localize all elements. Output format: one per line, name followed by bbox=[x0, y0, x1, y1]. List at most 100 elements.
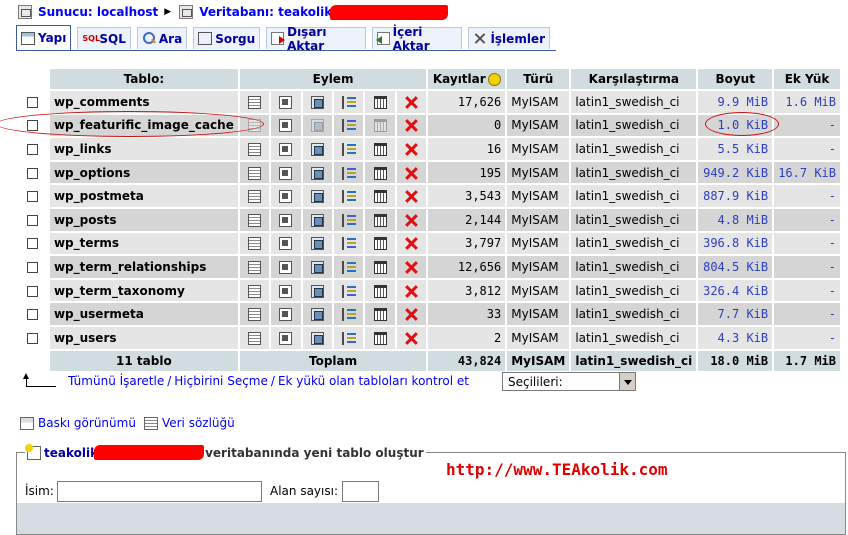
structure-icon[interactable] bbox=[279, 308, 293, 322]
tab-query[interactable]: Sorgu bbox=[193, 27, 261, 49]
table-name[interactable]: wp_posts bbox=[49, 208, 238, 231]
search-icon[interactable] bbox=[310, 260, 324, 274]
structure-icon[interactable] bbox=[279, 260, 293, 274]
chevron-down-icon[interactable] bbox=[619, 373, 635, 390]
search-icon[interactable] bbox=[310, 142, 324, 156]
drop-icon[interactable] bbox=[405, 214, 418, 227]
empty-icon[interactable] bbox=[373, 213, 387, 227]
table-name[interactable]: wp_options bbox=[49, 161, 238, 184]
drop-icon[interactable] bbox=[405, 285, 418, 298]
insert-icon[interactable] bbox=[342, 190, 357, 204]
empty-icon[interactable] bbox=[373, 190, 387, 204]
tab-export[interactable]: Dışarı Aktar bbox=[266, 25, 366, 53]
browse-icon[interactable] bbox=[248, 190, 262, 204]
drop-icon[interactable] bbox=[405, 190, 418, 203]
table-name-input[interactable] bbox=[57, 481, 262, 502]
row-checkbox[interactable] bbox=[27, 309, 39, 321]
structure-icon[interactable] bbox=[279, 119, 293, 133]
empty-icon[interactable] bbox=[373, 308, 387, 322]
search-icon[interactable] bbox=[310, 213, 324, 227]
row-checkbox[interactable] bbox=[27, 285, 39, 297]
table-name[interactable]: wp_featurific_image_cache bbox=[49, 114, 238, 137]
insert-icon[interactable] bbox=[342, 284, 357, 298]
drop-icon[interactable] bbox=[405, 119, 418, 132]
data-dictionary-link[interactable]: Veri sözlüğü bbox=[162, 416, 235, 430]
empty-icon[interactable] bbox=[373, 166, 387, 180]
structure-icon[interactable] bbox=[279, 213, 293, 227]
structure-icon[interactable] bbox=[279, 331, 293, 345]
insert-icon[interactable] bbox=[342, 166, 357, 180]
browse-icon[interactable] bbox=[248, 260, 262, 274]
table-name[interactable]: wp_links bbox=[49, 138, 238, 160]
empty-icon[interactable] bbox=[373, 260, 387, 274]
row-checkbox[interactable] bbox=[27, 120, 39, 132]
tab-import[interactable]: İçeri Aktar bbox=[371, 25, 463, 53]
structure-icon[interactable] bbox=[279, 190, 293, 204]
table-name[interactable]: wp_postmeta bbox=[49, 185, 238, 207]
insert-icon[interactable] bbox=[342, 260, 357, 274]
row-checkbox[interactable] bbox=[27, 238, 39, 250]
structure-icon[interactable] bbox=[279, 142, 293, 156]
empty-icon[interactable] bbox=[373, 237, 387, 251]
browse-icon[interactable] bbox=[248, 237, 262, 251]
structure-icon[interactable] bbox=[279, 95, 293, 109]
insert-icon[interactable] bbox=[342, 308, 357, 322]
insert-icon[interactable] bbox=[342, 95, 357, 109]
database-link[interactable]: Veritabanı: teakolik bbox=[199, 5, 332, 19]
search-icon[interactable] bbox=[310, 308, 324, 322]
browse-icon[interactable] bbox=[248, 142, 262, 156]
insert-icon[interactable] bbox=[342, 237, 357, 251]
insert-icon[interactable] bbox=[342, 119, 357, 133]
empty-icon[interactable] bbox=[373, 331, 387, 345]
tab-search[interactable]: Ara bbox=[136, 27, 188, 49]
fields-count-input[interactable] bbox=[342, 481, 379, 502]
table-name[interactable]: wp_users bbox=[49, 326, 238, 349]
uncheck-all-link[interactable]: Hiçbirini Seçme bbox=[174, 374, 268, 388]
row-checkbox[interactable] bbox=[27, 167, 39, 179]
empty-icon[interactable] bbox=[373, 142, 387, 156]
drop-icon[interactable] bbox=[405, 237, 418, 250]
search-icon[interactable] bbox=[310, 119, 324, 133]
search-icon[interactable] bbox=[310, 95, 324, 109]
table-name[interactable]: wp_terms bbox=[49, 232, 238, 255]
empty-icon[interactable] bbox=[373, 284, 387, 298]
search-icon[interactable] bbox=[310, 166, 324, 180]
browse-icon[interactable] bbox=[248, 331, 262, 345]
structure-icon[interactable] bbox=[279, 284, 293, 298]
print-view-link[interactable]: Baskı görünümü bbox=[38, 416, 136, 430]
row-checkbox[interactable] bbox=[27, 143, 39, 155]
insert-icon[interactable] bbox=[342, 213, 357, 227]
drop-icon[interactable] bbox=[405, 332, 418, 345]
info-icon[interactable] bbox=[487, 73, 501, 86]
table-name[interactable]: wp_usermeta bbox=[49, 303, 238, 325]
row-checkbox[interactable] bbox=[27, 332, 39, 344]
search-icon[interactable] bbox=[310, 331, 324, 345]
empty-icon[interactable] bbox=[373, 95, 387, 109]
browse-icon[interactable] bbox=[248, 308, 262, 322]
structure-icon[interactable] bbox=[279, 237, 293, 251]
table-name[interactable]: wp_term_relationships bbox=[49, 256, 238, 278]
drop-icon[interactable] bbox=[405, 308, 418, 321]
row-checkbox[interactable] bbox=[27, 261, 39, 273]
tab-sql[interactable]: SQL SQL bbox=[77, 27, 131, 49]
browse-icon[interactable] bbox=[248, 95, 262, 109]
tab-operations[interactable]: İşlemler bbox=[468, 27, 550, 49]
search-icon[interactable] bbox=[310, 237, 324, 251]
structure-icon[interactable] bbox=[279, 166, 293, 180]
drop-icon[interactable] bbox=[405, 143, 418, 156]
drop-icon[interactable] bbox=[405, 167, 418, 180]
browse-icon[interactable] bbox=[248, 284, 262, 298]
insert-icon[interactable] bbox=[342, 142, 357, 156]
server-link[interactable]: Sunucu: localhost bbox=[38, 5, 158, 19]
empty-icon[interactable] bbox=[373, 119, 387, 133]
drop-icon[interactable] bbox=[405, 96, 418, 109]
tab-structure[interactable]: Yapı bbox=[16, 25, 72, 50]
browse-icon[interactable] bbox=[248, 119, 262, 133]
check-all-link[interactable]: Tümünü İşaretle bbox=[68, 374, 164, 388]
table-name[interactable]: wp_term_taxonomy bbox=[49, 279, 238, 302]
check-overhead-link[interactable]: Ek yükü olan tabloları kontrol et bbox=[278, 374, 469, 388]
browse-icon[interactable] bbox=[248, 166, 262, 180]
table-name[interactable]: wp_comments bbox=[49, 91, 238, 113]
row-checkbox[interactable] bbox=[27, 214, 39, 226]
browse-icon[interactable] bbox=[248, 213, 262, 227]
